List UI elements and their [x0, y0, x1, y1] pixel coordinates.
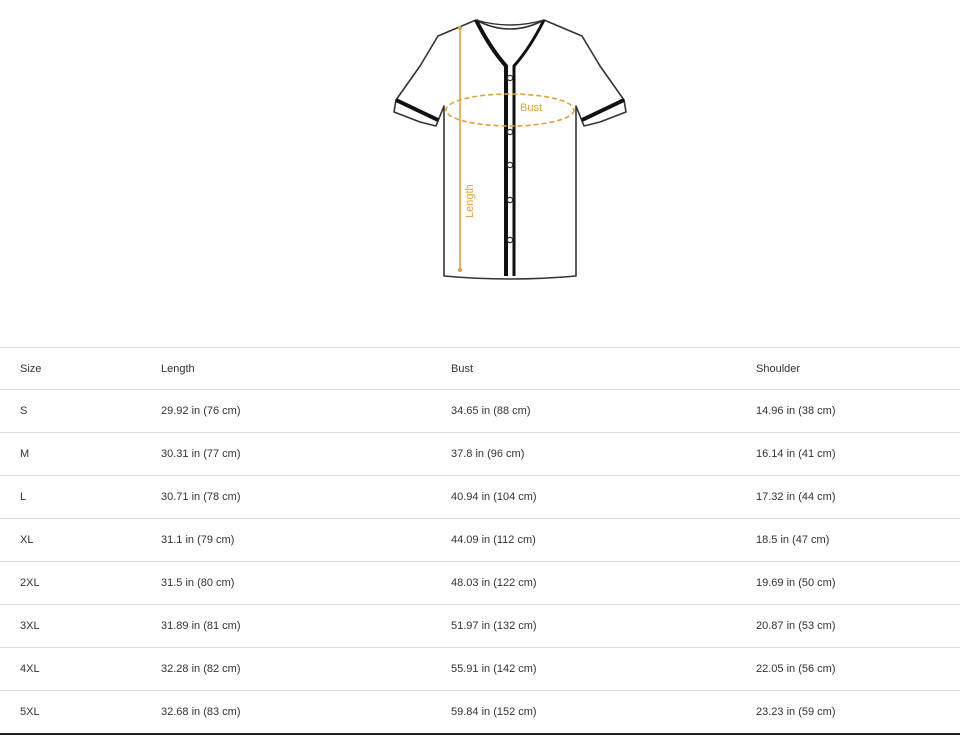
shoulder-cell: 17.32 in (44 cm)	[756, 475, 960, 519]
bust-cell: 55.91 in (142 cm)	[451, 647, 756, 691]
length-cell: 30.71 in (78 cm)	[161, 475, 451, 519]
size-cell: XL	[0, 518, 161, 562]
shoulder-cell: 16.14 in (41 cm)	[756, 432, 960, 476]
jersey-svg: Bust Length	[393, 19, 627, 280]
length-cell: 32.68 in (83 cm)	[161, 690, 451, 735]
table-row: XL 31.1 in (79 cm) 44.09 in (112 cm) 18.…	[0, 518, 960, 562]
button-icon	[506, 196, 514, 204]
button-icon	[506, 74, 514, 82]
bust-cell: 59.84 in (152 cm)	[451, 690, 756, 735]
size-cell: 3XL	[0, 604, 161, 648]
shoulder-cell: 23.23 in (59 cm)	[756, 690, 960, 735]
shoulder-cell: 18.5 in (47 cm)	[756, 518, 960, 562]
shoulder-cell: 22.05 in (56 cm)	[756, 647, 960, 691]
bust-cell: 48.03 in (122 cm)	[451, 561, 756, 605]
length-end-dot	[458, 268, 462, 272]
length-cell: 32.28 in (82 cm)	[161, 647, 451, 691]
table-row: 4XL 32.28 in (82 cm) 55.91 in (142 cm) 2…	[0, 647, 960, 691]
shoulder-cell: 20.87 in (53 cm)	[756, 604, 960, 648]
header-length: Length	[161, 347, 451, 390]
bust-cell: 37.8 in (96 cm)	[451, 432, 756, 476]
length-cell: 29.92 in (76 cm)	[161, 389, 451, 433]
table-row: S 29.92 in (76 cm) 34.65 in (88 cm) 14.9…	[0, 389, 960, 433]
length-label: Length	[464, 184, 476, 218]
bust-cell: 51.97 in (132 cm)	[451, 604, 756, 648]
bust-cell: 44.09 in (112 cm)	[451, 518, 756, 562]
size-cell: M	[0, 432, 161, 476]
length-cell: 31.89 in (81 cm)	[161, 604, 451, 648]
jersey-illustration: Bust Length	[380, 8, 640, 288]
button-icon	[506, 236, 514, 244]
header-size: Size	[0, 347, 161, 390]
shoulder-cell: 19.69 in (50 cm)	[756, 561, 960, 605]
size-cell: S	[0, 389, 161, 433]
bust-cell: 34.65 in (88 cm)	[451, 389, 756, 433]
length-cell: 31.1 in (79 cm)	[161, 518, 451, 562]
length-cell: 30.31 in (77 cm)	[161, 432, 451, 476]
bust-cell: 40.94 in (104 cm)	[451, 475, 756, 519]
shoulder-cell: 14.96 in (38 cm)	[756, 389, 960, 433]
button-icon	[506, 128, 514, 136]
table-row: L 30.71 in (78 cm) 40.94 in (104 cm) 17.…	[0, 475, 960, 519]
size-chart-table: Size Length Bust Shoulder S 29.92 in (76…	[0, 347, 960, 735]
table-header-row: Size Length Bust Shoulder	[0, 347, 960, 390]
header-shoulder: Shoulder	[756, 347, 960, 390]
bust-label: Bust	[520, 102, 542, 114]
table-row: 2XL 31.5 in (80 cm) 48.03 in (122 cm) 19…	[0, 561, 960, 605]
table-row: 5XL 32.68 in (83 cm) 59.84 in (152 cm) 2…	[0, 690, 960, 735]
size-cell: L	[0, 475, 161, 519]
header-bust: Bust	[451, 347, 756, 390]
table-row: M 30.31 in (77 cm) 37.8 in (96 cm) 16.14…	[0, 432, 960, 476]
length-cell: 31.5 in (80 cm)	[161, 561, 451, 605]
size-cell: 4XL	[0, 647, 161, 691]
table-row: 3XL 31.89 in (81 cm) 51.97 in (132 cm) 2…	[0, 604, 960, 648]
button-icon	[506, 161, 514, 169]
size-cell: 5XL	[0, 690, 161, 735]
length-start-dot	[458, 26, 462, 30]
size-cell: 2XL	[0, 561, 161, 605]
